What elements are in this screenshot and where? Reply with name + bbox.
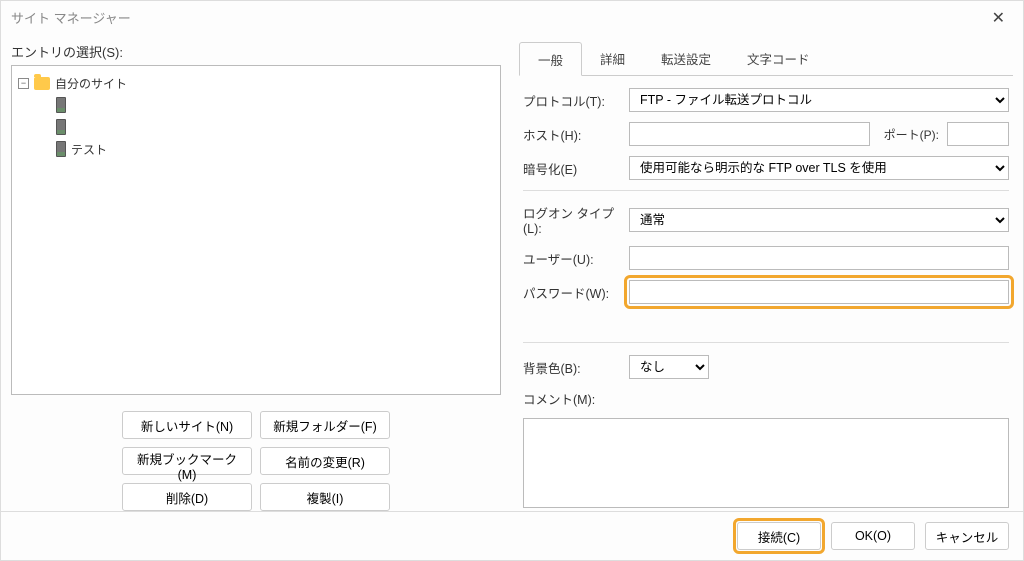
- tab-charset[interactable]: 文字コード: [729, 42, 828, 75]
- left-pane: エントリの選択(S): − 自分のサイト テスト: [11, 42, 501, 511]
- bgcolor-select[interactable]: なし: [629, 355, 709, 379]
- entry-select-label: エントリの選択(S):: [11, 42, 501, 61]
- folder-icon: [34, 77, 50, 90]
- host-input[interactable]: [629, 122, 870, 146]
- tree-root-label: 自分のサイト: [55, 75, 127, 92]
- connect-button[interactable]: 接続(C): [737, 522, 821, 550]
- user-input[interactable]: [629, 246, 1009, 270]
- tab-advanced[interactable]: 詳細: [582, 42, 643, 75]
- port-label: ポート(P):: [884, 126, 939, 143]
- right-pane: 一般 詳細 転送設定 文字コード プロトコル(T): FTP - ファイル転送プ…: [519, 42, 1013, 511]
- server-icon: [56, 97, 66, 113]
- user-label: ユーザー(U):: [523, 249, 621, 268]
- delete-button[interactable]: 削除(D): [122, 483, 252, 511]
- tree-item[interactable]: [16, 94, 496, 116]
- tab-transfer[interactable]: 転送設定: [643, 42, 729, 75]
- entry-button-grid: 新しいサイト(N) 新規フォルダー(F) 新規ブックマーク(M) 名前の変更(R…: [11, 411, 501, 511]
- logon-type-label: ログオン タイプ(L):: [523, 203, 621, 236]
- ok-button[interactable]: OK(O): [831, 522, 915, 550]
- encryption-select[interactable]: 使用可能なら明示的な FTP over TLS を使用: [629, 156, 1009, 180]
- tree-item[interactable]: [16, 116, 496, 138]
- close-icon[interactable]: ✕: [984, 4, 1013, 32]
- password-input[interactable]: [629, 280, 1009, 304]
- tree-root[interactable]: − 自分のサイト: [16, 72, 496, 94]
- tree-item-label: テスト: [71, 141, 107, 158]
- server-icon: [56, 141, 66, 157]
- new-site-button[interactable]: 新しいサイト(N): [122, 411, 252, 439]
- logon-type-select[interactable]: 通常: [629, 208, 1009, 232]
- password-label: パスワード(W):: [523, 283, 621, 302]
- rename-button[interactable]: 名前の変更(R): [260, 447, 390, 475]
- comment-textarea[interactable]: [523, 418, 1009, 508]
- encryption-label: 暗号化(E): [523, 159, 621, 178]
- divider: [523, 190, 1009, 191]
- new-folder-button[interactable]: 新規フォルダー(F): [260, 411, 390, 439]
- protocol-label: プロトコル(T):: [523, 91, 621, 110]
- entry-tree[interactable]: − 自分のサイト テスト: [11, 65, 501, 395]
- port-input[interactable]: [947, 122, 1009, 146]
- titlebar: サイト マネージャー ✕: [1, 1, 1023, 34]
- tab-bar: 一般 詳細 転送設定 文字コード: [519, 42, 1013, 76]
- comment-label: コメント(M):: [523, 389, 621, 408]
- general-form: プロトコル(T): FTP - ファイル転送プロトコル ホスト(H): ポート(…: [519, 76, 1013, 511]
- collapse-icon[interactable]: −: [18, 78, 29, 89]
- tree-item[interactable]: テスト: [16, 138, 496, 160]
- divider: [523, 342, 1009, 343]
- protocol-select[interactable]: FTP - ファイル転送プロトコル: [629, 88, 1009, 112]
- site-manager-window: サイト マネージャー ✕ エントリの選択(S): − 自分のサイト: [0, 0, 1024, 561]
- host-label: ホスト(H):: [523, 125, 621, 144]
- duplicate-button[interactable]: 複製(I): [260, 483, 390, 511]
- dialog-footer: 接続(C) OK(O) キャンセル: [1, 511, 1023, 560]
- new-bookmark-button[interactable]: 新規ブックマーク(M): [122, 447, 252, 475]
- bgcolor-label: 背景色(B):: [523, 358, 621, 377]
- cancel-button[interactable]: キャンセル: [925, 522, 1009, 550]
- tab-general[interactable]: 一般: [519, 42, 582, 76]
- window-title: サイト マネージャー: [11, 8, 131, 27]
- server-icon: [56, 119, 66, 135]
